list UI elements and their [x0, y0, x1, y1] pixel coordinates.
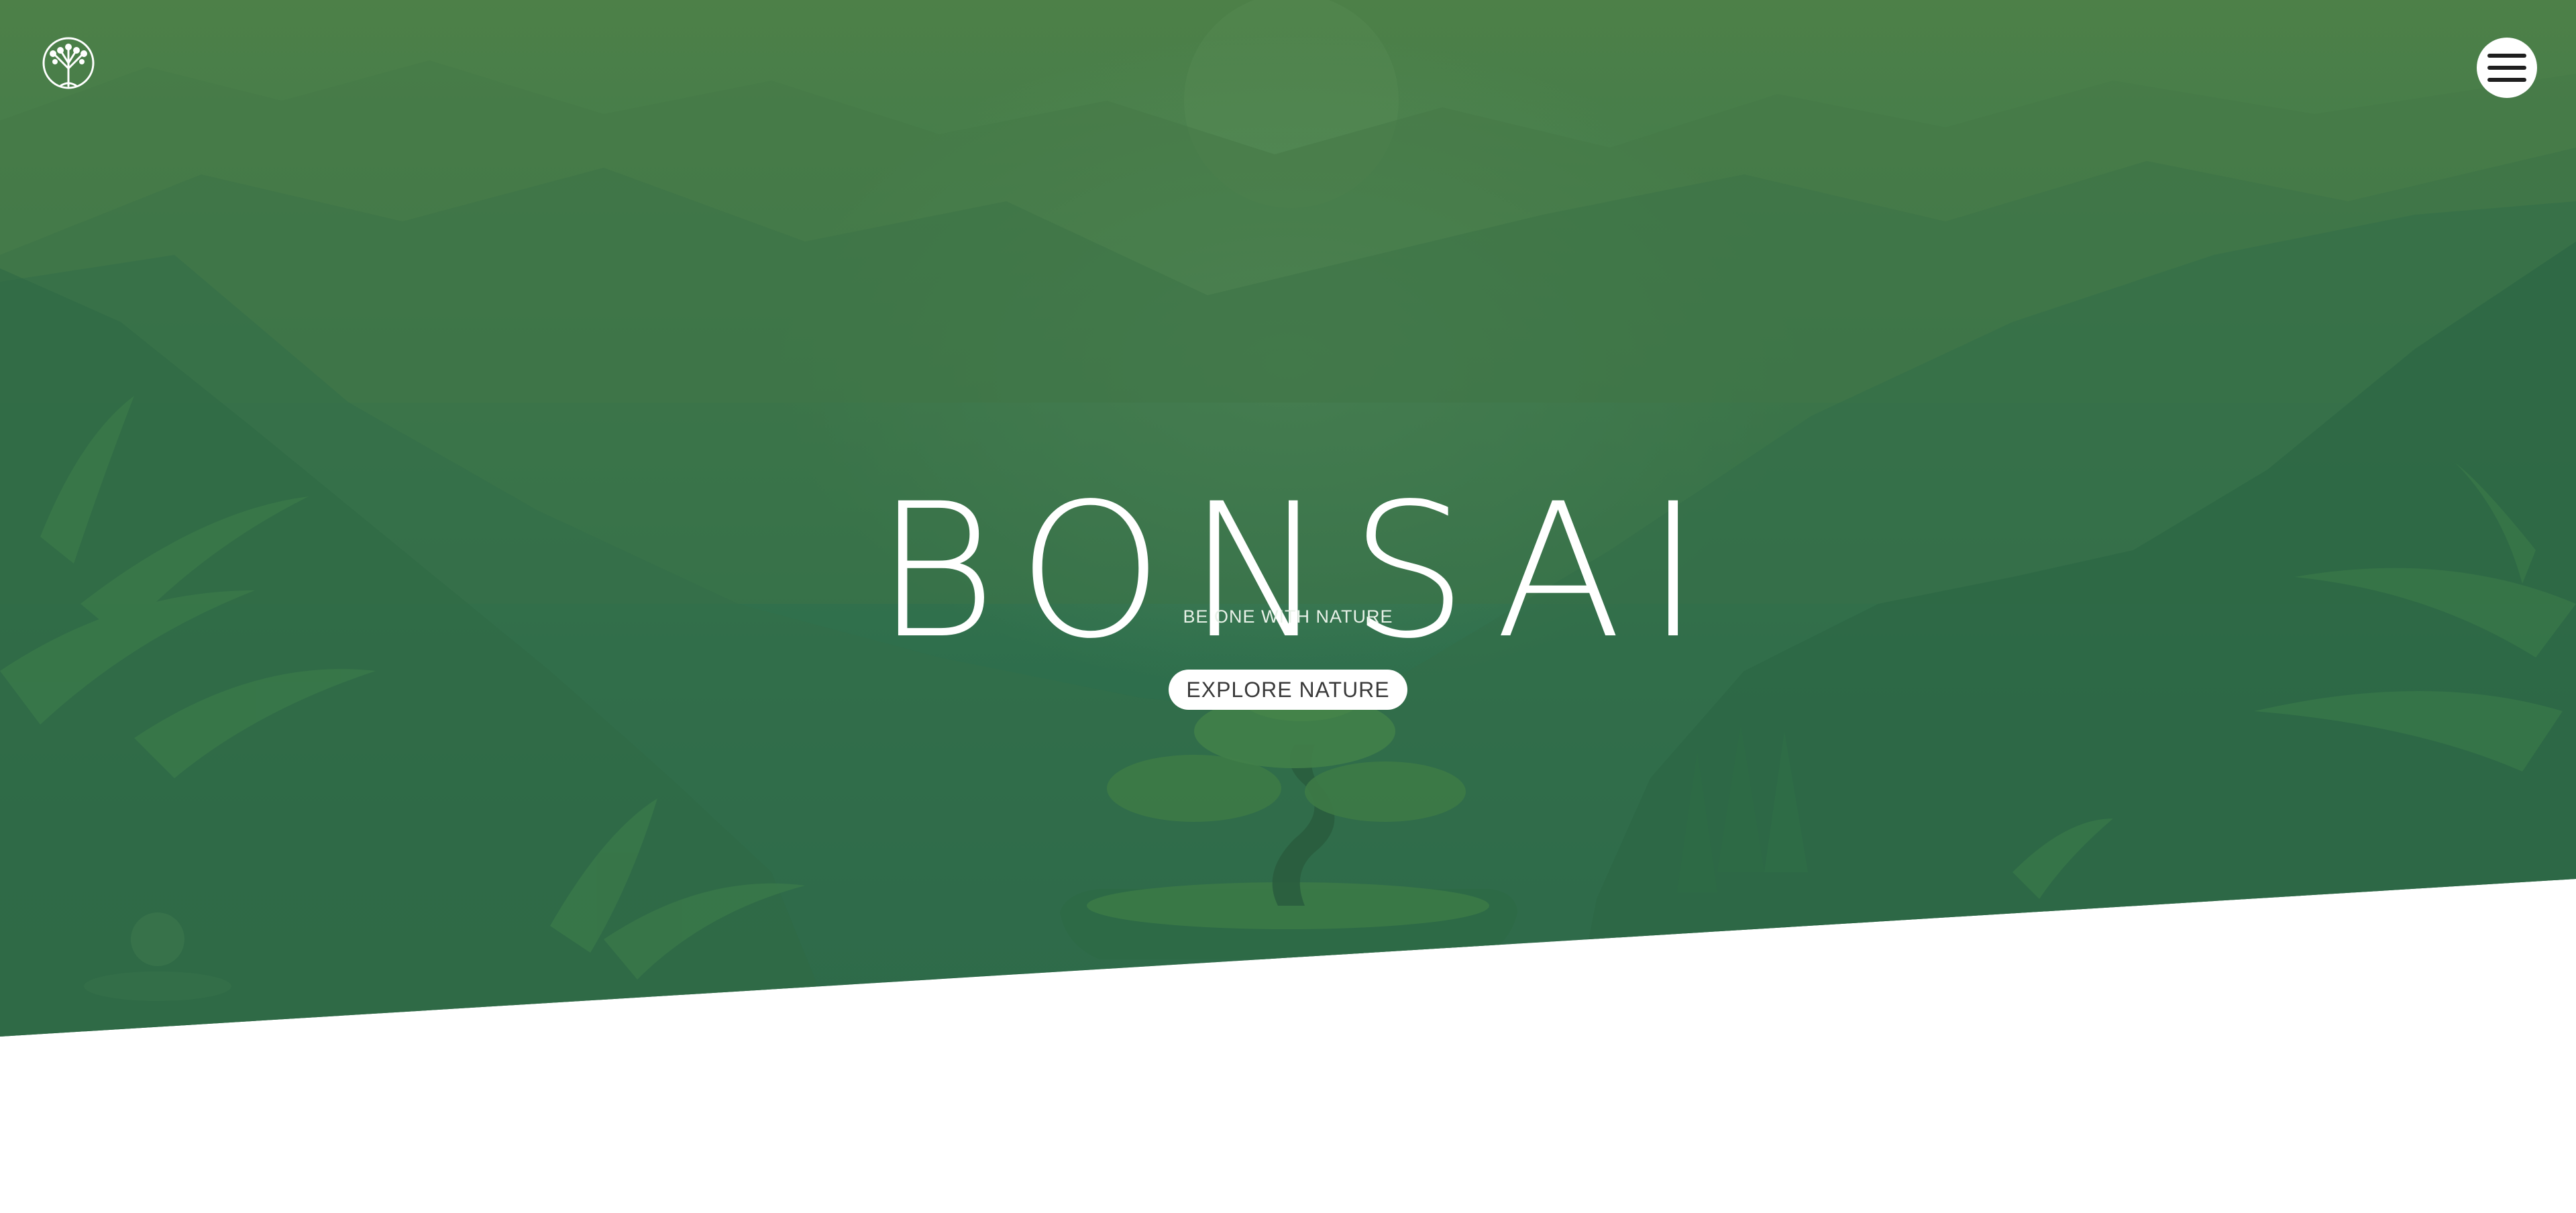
- hamburger-menu-icon-bar: [2487, 66, 2526, 70]
- hero-section: BONSAI BE ONE WITH NATURE EXPLORE NATURE: [0, 0, 2576, 1037]
- explore-nature-button[interactable]: EXPLORE NATURE: [1169, 670, 1407, 710]
- hero-title: BONSAI: [875, 464, 1725, 680]
- tree-logo-icon[interactable]: [42, 34, 95, 93]
- hero-tagline: BE ONE WITH NATURE: [1183, 606, 1393, 627]
- hamburger-menu-icon: [2487, 54, 2526, 58]
- hamburger-menu-button[interactable]: [2477, 38, 2537, 98]
- hamburger-menu-icon-bar: [2487, 78, 2526, 82]
